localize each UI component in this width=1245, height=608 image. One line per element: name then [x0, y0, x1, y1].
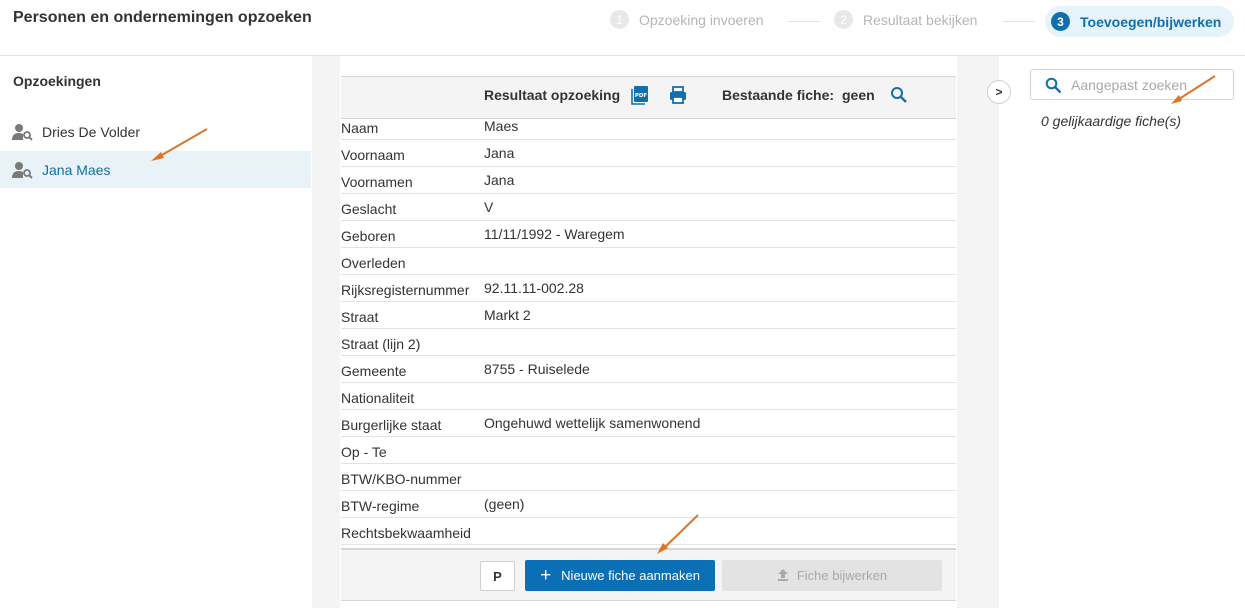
person-search-icon	[12, 122, 34, 142]
row-label: Rijksregisternummer	[341, 282, 470, 298]
step-label: Resultaat bekijken	[863, 11, 978, 28]
row-label: BTW/KBO-nummer	[341, 471, 462, 487]
row-label: Geboren	[341, 228, 396, 244]
step-connector	[1003, 21, 1035, 22]
row-value: 11/11/1992 - Waregem	[484, 226, 625, 242]
row-value: Markt 2	[484, 307, 531, 323]
sidebar-item-label: Dries De Volder	[42, 123, 141, 140]
page-title: Personen en ondernemingen opzoeken	[13, 9, 312, 26]
step-number: 3	[1051, 12, 1070, 31]
print-icon[interactable]	[668, 85, 688, 110]
row-value: Maes	[484, 118, 519, 134]
step-1-opzoeking-invoeren[interactable]: 1 Opzoeking invoeren	[610, 10, 764, 29]
action-bar: P + Nieuwe fiche aanmaken Fiche bijwerke…	[341, 548, 956, 601]
right-panel: 0 gelijkaardige fiche(s)	[999, 56, 1245, 608]
custom-search-field[interactable]	[1030, 69, 1234, 100]
pdf-icon[interactable]: PDF	[631, 85, 649, 110]
result-heading: Resultaat opzoeking	[484, 87, 621, 103]
sidebar: Opzoekingen Dries De Volder Jana Maes	[0, 56, 312, 608]
table-row: Rijksregisternummer 92.11.11-002.28	[341, 275, 956, 302]
table-row: Overleden	[341, 248, 956, 275]
table-row: Naam Maes	[341, 113, 956, 140]
svg-text:PDF: PDF	[635, 93, 648, 99]
sidebar-item-label: Jana Maes	[42, 161, 111, 178]
result-panel: Resultaat opzoeking PDF Bestaande fiche:…	[340, 56, 957, 608]
gutter	[957, 56, 999, 608]
step-3-toevoegen-bijwerken[interactable]: 3 Toevoegen/bijwerken	[1045, 6, 1235, 37]
sidebar-item-jana-maes[interactable]: Jana Maes	[0, 151, 311, 188]
search-icon	[1045, 77, 1062, 99]
update-record-button[interactable]: Fiche bijwerken	[722, 560, 942, 591]
existing-record-label: Bestaande fiche:	[722, 87, 835, 103]
row-label: Naam	[341, 120, 379, 136]
table-row: Geboren 11/11/1992 - Waregem	[341, 221, 956, 248]
row-value: Jana	[484, 172, 515, 188]
table-row: Geslacht V	[341, 194, 956, 221]
row-label: Geslacht	[341, 201, 397, 217]
row-label: Op - Te	[341, 444, 387, 460]
existing-record-value: geen	[842, 87, 875, 103]
row-value: Jana	[484, 145, 515, 161]
table-row: Rechtsbekwaamheid	[341, 518, 956, 545]
similar-records-count: 0 gelijkaardige fiche(s)	[1041, 113, 1182, 129]
sidebar-title: Opzoekingen	[13, 73, 101, 89]
upload-icon	[777, 568, 789, 584]
table-row: Straat (lijn 2)	[341, 329, 956, 356]
table-row: Straat Markt 2	[341, 302, 956, 329]
row-value: 92.11.11-002.28	[484, 280, 584, 296]
table-row: Voornaam Jana	[341, 140, 956, 167]
step-number: 2	[834, 10, 853, 29]
step-label: Opzoeking invoeren	[639, 11, 764, 28]
row-label: Voornamen	[341, 174, 413, 190]
row-label: Gemeente	[341, 363, 407, 379]
table-row: Op - Te	[341, 437, 956, 464]
custom-search-input[interactable]	[1071, 75, 1226, 95]
header: Personen en ondernemingen opzoeken 1 Opz…	[0, 0, 1245, 56]
row-value: (geen)	[484, 496, 525, 512]
table-row: BTW/KBO-nummer	[341, 464, 956, 491]
row-label: Voornaam	[341, 147, 405, 163]
row-value: V	[484, 199, 494, 215]
new-record-button[interactable]: + Nieuwe fiche aanmaken	[525, 560, 715, 591]
step-label: Toevoegen/bijwerken	[1080, 13, 1222, 30]
gutter	[312, 56, 340, 608]
person-search-icon	[12, 160, 34, 180]
row-label: Burgerlijke staat	[341, 417, 442, 433]
step-connector	[788, 21, 820, 22]
row-label: Straat (lijn 2)	[341, 336, 421, 352]
table-row: Nationaliteit	[341, 383, 956, 410]
row-value: Ongehuwd wettelijk samenwonend	[484, 415, 701, 431]
row-value: 8755 - Ruiselede	[484, 361, 590, 377]
person-type-button[interactable]: P	[480, 561, 515, 591]
table-row: Burgerlijke staat Ongehuwd wettelijk same…	[341, 410, 956, 437]
row-label: Nationaliteit	[341, 390, 415, 406]
row-label: Straat	[341, 309, 379, 325]
plus-icon: +	[540, 565, 552, 586]
row-label: Rechtsbekwaamheid	[341, 525, 471, 541]
table-row: Voornamen Jana	[341, 167, 956, 194]
search-icon[interactable]	[890, 86, 908, 109]
table-row: Gemeente 8755 - Ruiselede	[341, 356, 956, 383]
expand-panel-toggle[interactable]: >	[987, 80, 1011, 104]
update-record-label: Fiche bijwerken	[796, 568, 888, 583]
sidebar-item-dries-de-volder[interactable]: Dries De Volder	[0, 113, 311, 150]
row-label: BTW-regime	[341, 498, 420, 514]
new-record-label: Nieuwe fiche aanmaken	[561, 568, 700, 583]
table-row: BTW-regime (geen)	[341, 491, 956, 518]
step-number: 1	[610, 10, 629, 29]
step-2-resultaat-bekijken[interactable]: 2 Resultaat bekijken	[834, 10, 977, 29]
row-label: Overleden	[341, 255, 406, 271]
